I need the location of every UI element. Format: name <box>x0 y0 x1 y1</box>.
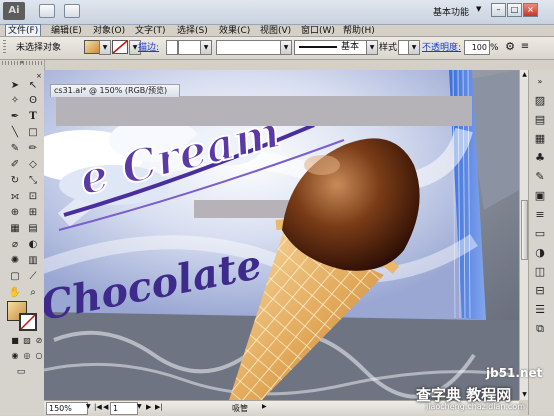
stroke-weight-arrow[interactable]: ▼ <box>200 40 212 55</box>
stroke-weight-field[interactable] <box>178 40 202 55</box>
scroll-thumb[interactable] <box>521 200 528 260</box>
fill-dropdown-arrow[interactable]: ▼ <box>99 40 111 55</box>
last-artboard-icon[interactable]: ▶| <box>155 403 163 411</box>
document-setup-icon[interactable]: ⚙ <box>503 40 517 54</box>
opacity-unit: % <box>490 43 499 53</box>
align-panel-icon[interactable]: ⊟ <box>531 283 549 299</box>
graphic-styles-icon[interactable]: ▣ <box>531 188 549 204</box>
symbols-panel-icon[interactable]: ♣ <box>531 150 549 166</box>
brush-stroke-preview <box>299 46 337 48</box>
direct-selection-tool-icon[interactable]: ↖ <box>26 80 40 92</box>
transparency-panel-icon[interactable]: ◑ <box>531 245 549 261</box>
swatches-panel-icon[interactable]: ▦ <box>531 131 549 147</box>
selection-tool-icon[interactable]: ➤ <box>8 80 22 92</box>
opacity-label[interactable]: 不透明度: <box>422 43 461 54</box>
brush-definition[interactable]: 基本 <box>294 40 368 55</box>
app-logo: Ai <box>3 2 25 20</box>
fill-color-swatch[interactable] <box>84 40 100 54</box>
first-artboard-icon[interactable]: |◀ <box>94 403 102 411</box>
artwork: e Cream Chocolate <box>44 70 519 400</box>
workspace-switcher[interactable]: 基本功能 <box>433 5 469 18</box>
symbol-sprayer-tool-icon[interactable]: ✺ <box>8 255 22 267</box>
perspective-grid-tool-icon[interactable]: ⊞ <box>26 207 40 219</box>
mesh-tool-icon[interactable]: ▦ <box>8 223 22 235</box>
pen-tool-icon[interactable]: ✒ <box>8 111 22 123</box>
screen-mode-icon[interactable]: ▭ <box>14 366 28 378</box>
shape-builder-tool-icon[interactable]: ⊕ <box>8 207 22 219</box>
style-label: 样式: <box>379 43 401 53</box>
artboard-number-field[interactable]: 1 <box>110 402 138 415</box>
profile-dropdown-arrow[interactable]: ▼ <box>280 40 292 55</box>
minimize-button[interactable]: – <box>491 3 506 17</box>
slice-tool-icon[interactable]: ⟋ <box>26 271 40 283</box>
lasso-tool-icon[interactable]: ʘ <box>26 95 40 107</box>
zoom-level-field[interactable]: 150% <box>46 402 88 415</box>
rectangle-tool-icon[interactable]: □ <box>26 127 40 139</box>
redaction-bar-top <box>56 96 472 126</box>
selection-status: 未选择对象 <box>16 43 62 53</box>
color-guide-icon[interactable]: ▤ <box>531 112 549 128</box>
paintbrush-tool-icon[interactable]: ✎ <box>8 143 22 155</box>
brush-dropdown-arrow[interactable]: ▼ <box>366 40 378 55</box>
brush-label: 基本 <box>341 42 360 52</box>
free-transform-tool-icon[interactable]: ⊡ <box>26 191 40 203</box>
stroke-weight-spinner[interactable] <box>166 40 178 55</box>
style-dropdown-arrow[interactable]: ▼ <box>408 40 420 55</box>
rotate-tool-icon[interactable]: ↻ <box>8 175 22 187</box>
pencil-tool-icon[interactable]: ✏ <box>26 143 40 155</box>
eyedropper-tool-icon[interactable]: ⌀ <box>8 239 22 251</box>
panel-menu-icon[interactable]: ≡ <box>519 40 531 54</box>
artboards-panel-icon[interactable]: ⧉ <box>531 321 549 337</box>
gradient-panel-icon[interactable]: ▭ <box>531 226 549 242</box>
zoom-dropdown-arrow[interactable]: ▼ <box>86 403 91 410</box>
status-menu-arrow[interactable]: ▶ <box>262 403 267 410</box>
maximize-button[interactable]: □ <box>507 3 522 17</box>
next-artboard-icon[interactable]: ▶ <box>146 403 151 411</box>
tab-close-icon[interactable]: × <box>36 72 44 80</box>
zoom-tool-icon[interactable]: ⌕ <box>26 287 40 299</box>
current-tool-status: 吸管 <box>232 404 248 413</box>
control-bar-grip[interactable] <box>3 40 6 54</box>
gradient-tool-icon[interactable]: ▤ <box>26 223 40 235</box>
variable-width-profile[interactable] <box>216 40 282 55</box>
artboard-dropdown-arrow[interactable]: ▼ <box>137 403 142 410</box>
menu-bar <box>0 0 554 25</box>
magic-wand-tool-icon[interactable]: ✧ <box>8 95 22 107</box>
scale-tool-icon[interactable]: ⤡ <box>26 175 40 187</box>
blob-brush-tool-icon[interactable]: ✐ <box>8 159 22 171</box>
chevron-down-icon[interactable]: ▼ <box>476 5 481 13</box>
width-tool-icon[interactable]: ⟗ <box>8 191 22 203</box>
arrange-documents-icon[interactable] <box>64 4 80 18</box>
line-segment-tool-icon[interactable]: ╲ <box>8 127 22 139</box>
close-button[interactable]: × <box>523 3 538 17</box>
blend-tool-icon[interactable]: ◐ <box>26 239 40 251</box>
watermark-site: jb51.net <box>486 366 543 380</box>
artboard-tool-icon[interactable]: ▢ <box>8 271 22 283</box>
previous-artboard-icon[interactable]: ◀ <box>103 403 108 411</box>
color-panel-icon[interactable]: ▨ <box>531 93 549 109</box>
document-tab[interactable]: cs31.ai* @ 150% (RGB/预览) <box>50 84 180 97</box>
stroke-panel-icon[interactable]: ≡ <box>531 207 549 223</box>
bridge-icon[interactable] <box>39 4 55 18</box>
collapse-panels-icon[interactable]: » <box>531 74 549 90</box>
stroke-none-swatch[interactable] <box>112 40 128 54</box>
type-tool-icon[interactable]: T <box>26 111 40 123</box>
brushes-panel-icon[interactable]: ✎ <box>531 169 549 185</box>
stroke-none-icon <box>20 314 36 330</box>
watermark-url: jiaocheng.chazidian.com <box>426 402 526 411</box>
appearance-panel-icon[interactable]: ◫ <box>531 264 549 280</box>
eraser-tool-icon[interactable]: ◇ <box>26 159 40 171</box>
column-graph-tool-icon[interactable]: ▥ <box>26 255 40 267</box>
layers-panel-icon[interactable]: ☰ <box>531 302 549 318</box>
artboard-canvas[interactable]: e Cream Chocolate <box>44 70 519 400</box>
opacity-field[interactable]: 100 <box>464 40 490 55</box>
hand-tool-icon[interactable]: ✋ <box>8 287 22 299</box>
stroke-label[interactable]: 描边: <box>138 43 159 54</box>
collapse-tools-icon[interactable]: « <box>20 60 30 66</box>
